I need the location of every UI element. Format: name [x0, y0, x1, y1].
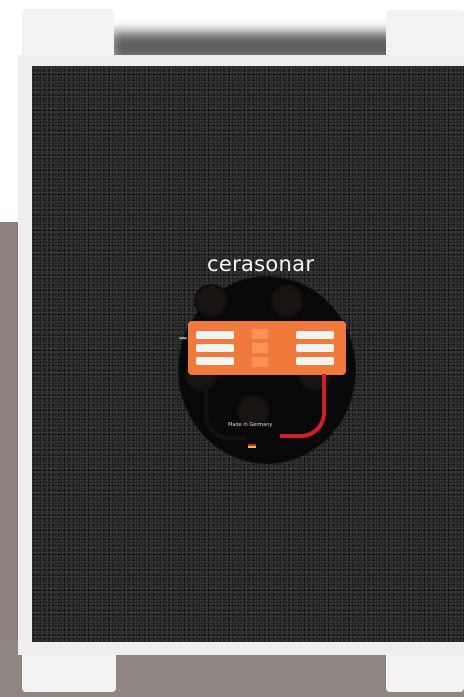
terminal-disc: − + Made in Germany	[178, 276, 356, 464]
black-wire	[204, 384, 246, 440]
germany-flag-icon	[248, 442, 256, 448]
brand-logo: cerasonar	[207, 252, 315, 276]
connector-lever-1	[196, 331, 234, 339]
connector-lever-5	[296, 344, 334, 352]
minus-symbol: −	[178, 331, 189, 345]
connector-lever-6	[296, 357, 334, 365]
connector-lever-4	[296, 331, 334, 339]
connector-clip-2	[252, 343, 268, 353]
connector-lever-2	[196, 344, 234, 352]
connector-clip-1	[252, 329, 268, 339]
made-in-label: Made in Germany	[228, 422, 273, 428]
connector-lever-3	[196, 357, 234, 365]
mount-hole-top-right	[270, 284, 304, 318]
red-wire	[280, 374, 326, 438]
connector-clip-3	[252, 357, 268, 367]
mount-hole-top-left	[194, 284, 228, 318]
wago-connector	[188, 321, 346, 375]
product-photo-stage: cerasonar − + Made in Germany	[0, 0, 464, 697]
